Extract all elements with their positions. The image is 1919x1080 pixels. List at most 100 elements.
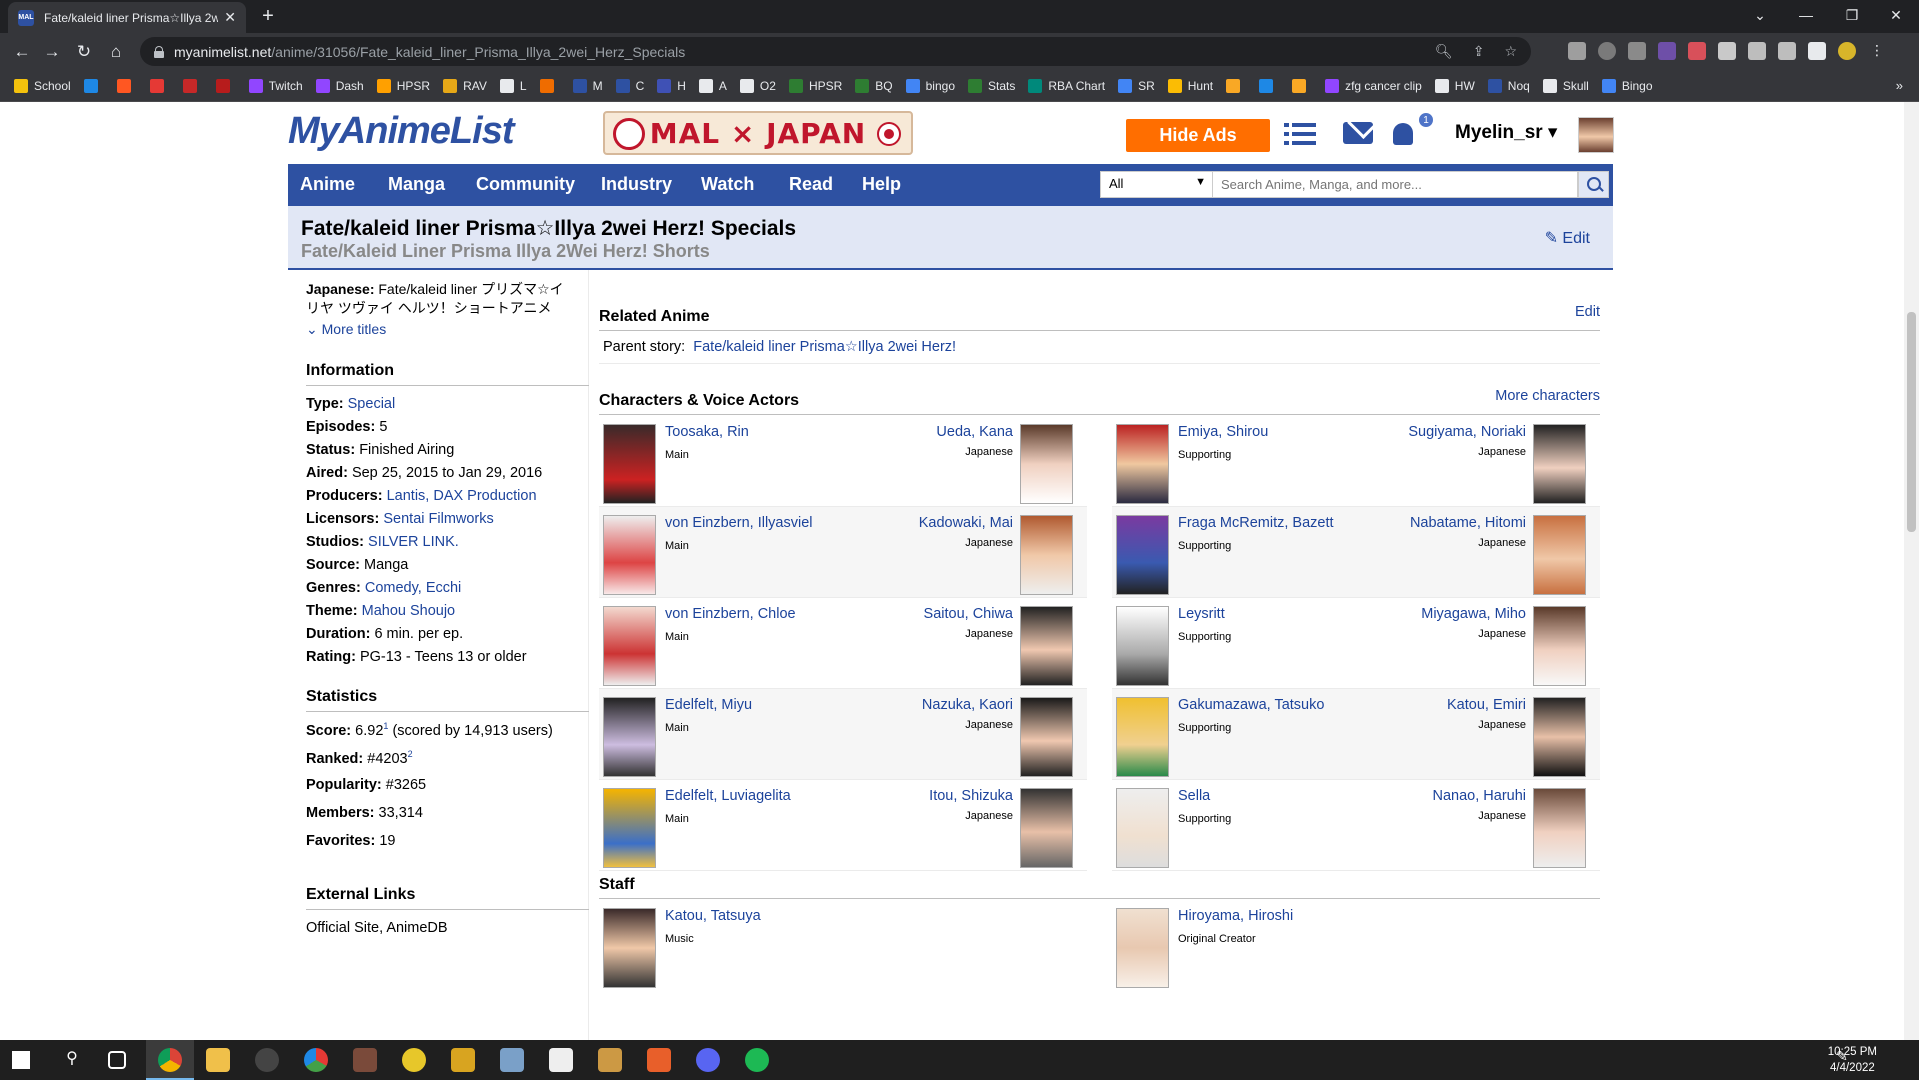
bookmark-item[interactable]: bingo [905,78,955,93]
character-name-link[interactable]: von Einzbern, Chloe [665,606,796,622]
voice-actor-link[interactable]: Sugiyama, Noriaki [1408,424,1526,440]
home-icon[interactable]: ⌂ [102,38,130,66]
reload-icon[interactable]: ↻ [70,38,98,66]
mal-japan-banner[interactable]: MAL × JAPAN [603,111,913,155]
character-image[interactable] [603,606,656,686]
app-icon[interactable] [500,1048,524,1072]
profile-icon[interactable] [1838,42,1856,60]
bookmark-item[interactable] [1292,78,1312,93]
page-scrollbar[interactable] [1904,102,1919,1040]
voice-actor-image[interactable] [1020,424,1073,504]
nav-watch[interactable]: Watch [701,174,754,195]
mal-logo[interactable]: MyAnimeList [288,110,514,153]
bookmark-item[interactable]: RBA Chart [1028,78,1105,93]
zoom-icon[interactable]: 🔍︎ [1435,43,1453,60]
bell-icon[interactable] [1388,119,1422,149]
restore-button[interactable]: ❐ [1829,0,1875,30]
info-value[interactable]: Mahou Shoujo [362,603,456,619]
staff-name-link[interactable]: Katou, Tatsuya [665,908,761,924]
character-name-link[interactable]: von Einzbern, Illyasviel [665,515,813,531]
bookmark-item[interactable] [116,78,137,93]
character-image[interactable] [1116,424,1169,504]
related-edit-link[interactable]: Edit [1575,304,1600,320]
app-icon[interactable] [304,1048,328,1072]
extension-icon[interactable] [1568,42,1586,60]
bookmark-item[interactable]: Skull [1542,78,1589,93]
parent-story-link[interactable]: Fate/kaleid liner Prisma☆Illya 2wei Herz… [693,339,956,355]
more-titles-link[interactable]: ⌄ More titles [306,320,386,339]
voice-actor-link[interactable]: Itou, Shizuka [929,788,1013,804]
app-icon[interactable] [353,1048,377,1072]
voice-actor-image[interactable] [1020,515,1073,595]
voice-actor-image[interactable] [1020,697,1073,777]
bookmark-item[interactable]: H [657,78,686,93]
bookmark-item[interactable]: SR [1118,78,1155,93]
info-value[interactable]: Sentai Filmworks [383,511,493,527]
hide-ads-button[interactable]: Hide Ads [1126,119,1270,152]
forward-icon[interactable]: → [38,38,66,66]
browser-tab[interactable]: MAL Fate/kaleid liner Prisma☆Illya 2wei … [8,2,246,33]
share-icon[interactable]: ⇪ [1473,43,1485,60]
character-image[interactable] [603,788,656,868]
voice-actor-link[interactable]: Miyagawa, Miho [1421,606,1526,622]
character-name-link[interactable]: Fraga McRemitz, Bazett [1178,515,1334,531]
character-image[interactable] [1116,515,1169,595]
nav-industry[interactable]: Industry [601,174,672,195]
nav-manga[interactable]: Manga [388,174,445,195]
close-window-button[interactable]: ✕ [1873,0,1919,30]
extension-icon[interactable] [1718,42,1736,60]
character-name-link[interactable]: Leysritt [1178,606,1225,622]
voice-actor-link[interactable]: Ueda, Kana [936,424,1013,440]
tab-close-icon[interactable]: ✕ [224,9,236,26]
staff-image[interactable] [1116,908,1169,988]
back-icon[interactable]: ← [8,38,36,66]
chrome-icon[interactable] [158,1048,182,1072]
character-image[interactable] [603,424,656,504]
bookmark-item[interactable]: Stats [968,78,1015,93]
info-value[interactable]: Special [348,396,396,412]
bookmarks-overflow-icon[interactable]: » [1896,78,1903,93]
character-name-link[interactable]: Gakumazawa, Tatsuko [1178,697,1324,713]
bookmark-item[interactable] [149,78,170,93]
nav-read[interactable]: Read [789,174,833,195]
avatar[interactable] [1578,117,1614,153]
voice-actor-image[interactable] [1533,788,1586,868]
bookmark-item[interactable] [83,78,104,93]
bookmark-item[interactable]: O2 [739,78,776,93]
bookmark-item[interactable] [539,78,560,93]
nav-community[interactable]: Community [476,174,575,195]
edit-title-link[interactable]: ✎ Edit [1545,228,1590,248]
bookmark-item[interactable]: Hunt [1167,78,1213,93]
nav-anime[interactable]: Anime [300,174,355,195]
character-image[interactable] [603,515,656,595]
list-icon[interactable] [1284,119,1318,149]
bookmark-item[interactable]: Bingo [1601,78,1653,93]
task-view-icon[interactable] [108,1051,126,1069]
spotify-icon[interactable] [745,1048,769,1072]
search-type-select[interactable]: All ▼ [1100,171,1213,198]
bookmark-item[interactable]: A [698,78,727,93]
search-input[interactable] [1213,171,1578,198]
app-icon[interactable] [451,1048,475,1072]
app-icon[interactable] [647,1048,671,1072]
info-value[interactable]: SILVER LINK. [368,534,459,550]
puzzle-icon[interactable] [1748,42,1766,60]
bookmark-item[interactable]: L [499,78,527,93]
bookmark-item[interactable]: School [14,78,71,93]
voice-actor-link[interactable]: Katou, Emiri [1447,697,1526,713]
bookmark-item[interactable]: Twitch [248,78,303,93]
voice-actor-link[interactable]: Nanao, Haruhi [1433,788,1527,804]
voice-actor-link[interactable]: Nabatame, Hitomi [1410,515,1526,531]
clock[interactable]: 10:25 PM 4/4/2022 [1828,1044,1877,1076]
bookmark-item[interactable] [1226,78,1246,93]
bookmark-item[interactable]: Dash [315,78,364,93]
voice-actor-image[interactable] [1533,606,1586,686]
discord-icon[interactable] [696,1048,720,1072]
address-bar[interactable]: myanimelist.net/anime/31056/Fate_kaleid_… [140,37,1531,66]
bookmark-item[interactable]: HPSR [376,78,430,93]
bookmark-item[interactable]: HPSR [788,78,842,93]
character-name-link[interactable]: Emiya, Shirou [1178,424,1268,440]
more-characters-link[interactable]: More characters [1495,388,1600,404]
character-image[interactable] [1116,788,1169,868]
bookmark-item[interactable]: C [615,78,644,93]
